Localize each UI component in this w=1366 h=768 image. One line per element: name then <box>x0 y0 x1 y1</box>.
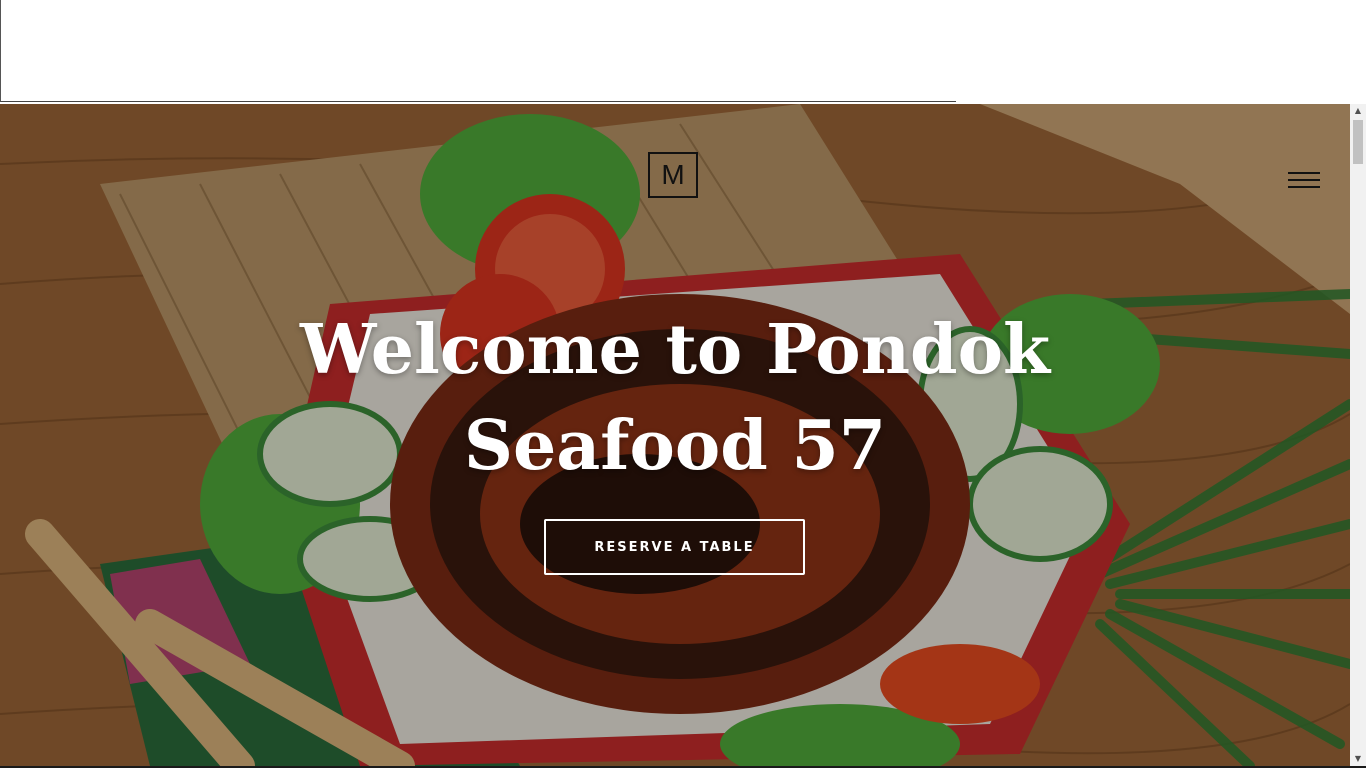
scroll-up-arrow-icon[interactable]: ▲ <box>1350 104 1366 118</box>
scroll-down-arrow-icon[interactable]: ▼ <box>1350 752 1366 766</box>
vertical-scrollbar[interactable]: ▲ ▼ <box>1350 104 1366 766</box>
hero-section: M Welcome to Pondok Seafood 57 RESERVE A… <box>0 104 1350 766</box>
hamburger-line-top <box>1288 172 1320 174</box>
hamburger-line-bottom <box>1288 186 1320 188</box>
scrollbar-thumb[interactable] <box>1353 120 1363 164</box>
top-blank-area <box>0 0 1366 104</box>
logo-letter: M <box>661 159 685 190</box>
reserve-table-button[interactable]: RESERVE A TABLE <box>544 519 805 575</box>
hamburger-line-middle <box>1288 179 1320 181</box>
site-logo[interactable]: M <box>648 152 698 198</box>
top-frame-outline <box>0 0 956 102</box>
hero-title: Welcome to Pondok Seafood 57 <box>299 310 1051 486</box>
hamburger-menu-icon[interactable] <box>1288 172 1320 190</box>
